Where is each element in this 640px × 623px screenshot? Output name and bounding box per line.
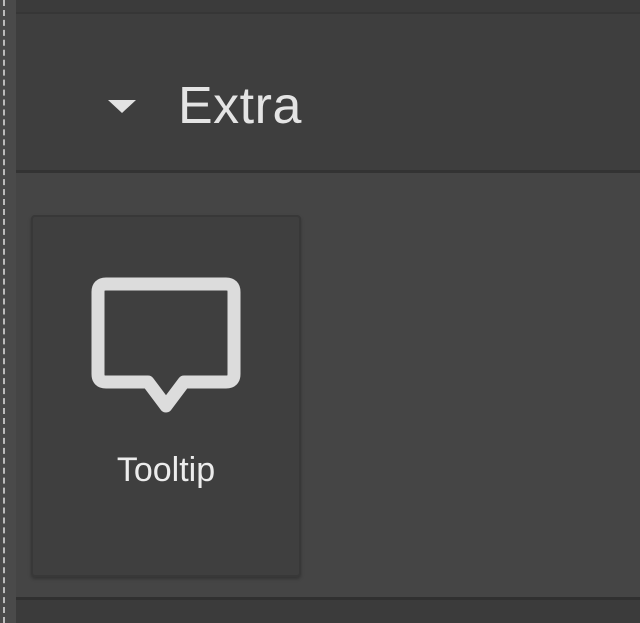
tooltip-icon bbox=[91, 277, 241, 413]
next-section-edge bbox=[16, 597, 640, 623]
section-header-extra[interactable]: Extra bbox=[16, 14, 640, 173]
section-title: Extra bbox=[178, 77, 302, 135]
block-label: Tooltip bbox=[116, 451, 216, 489]
blocks-panel: Extra Tooltip bbox=[0, 0, 640, 623]
previous-section-edge bbox=[16, 0, 640, 14]
canvas-dashed-edge bbox=[3, 0, 5, 623]
caret-down-icon[interactable] bbox=[108, 100, 136, 113]
